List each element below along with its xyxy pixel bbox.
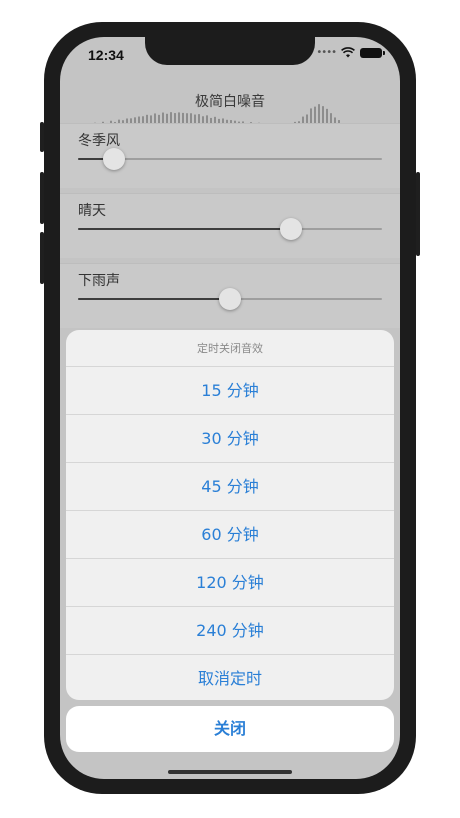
timer-action-sheet: 定时关闭音效 15 分钟 30 分钟 45 分钟 60 分钟 120 分钟 24… — [66, 330, 394, 700]
slider-fill — [78, 298, 230, 300]
cellular-dots-icon: •••• — [316, 47, 337, 58]
slider-thumb[interactable] — [279, 218, 302, 240]
sound-label: 冬季风 — [78, 133, 120, 149]
power-button[interactable] — [416, 172, 420, 256]
slider-thumb[interactable] — [103, 148, 126, 170]
sound-card-winter-wind: 冬季风 — [60, 123, 400, 188]
cancel-timer-option[interactable]: 取消定时 — [66, 655, 394, 700]
timer-option-45[interactable]: 45 分钟 — [66, 463, 394, 511]
sound-card-rain: 下雨声 — [60, 263, 400, 328]
volume-slider[interactable] — [78, 218, 382, 240]
home-indicator[interactable] — [168, 770, 292, 774]
timer-option-240[interactable]: 240 分钟 — [66, 607, 394, 655]
timer-option-30[interactable]: 30 分钟 — [66, 415, 394, 463]
battery-icon — [360, 47, 385, 58]
status-time: 12:34 — [88, 47, 124, 63]
volume-slider[interactable] — [78, 148, 382, 170]
status-bar: 12:34 •••• — [60, 37, 400, 73]
timer-option-120[interactable]: 120 分钟 — [66, 559, 394, 607]
slider-fill — [78, 228, 291, 230]
sound-card-sunny: 晴天 — [60, 193, 400, 258]
status-icons: •••• — [316, 47, 385, 58]
sound-label: 晴天 — [78, 203, 106, 219]
close-button[interactable]: 关闭 — [66, 706, 394, 752]
screen: 12:34 •••• 极简白噪音 冬季风 晴天 下雨声 定时关闭音效 15 分钟… — [60, 37, 400, 779]
action-sheet-title: 定时关闭音效 — [66, 330, 394, 367]
timer-option-60[interactable]: 60 分钟 — [66, 511, 394, 559]
wifi-icon — [341, 47, 355, 58]
timer-option-15[interactable]: 15 分钟 — [66, 367, 394, 415]
sound-label: 下雨声 — [78, 273, 120, 289]
slider-thumb[interactable] — [219, 288, 241, 310]
volume-slider[interactable] — [78, 288, 382, 310]
